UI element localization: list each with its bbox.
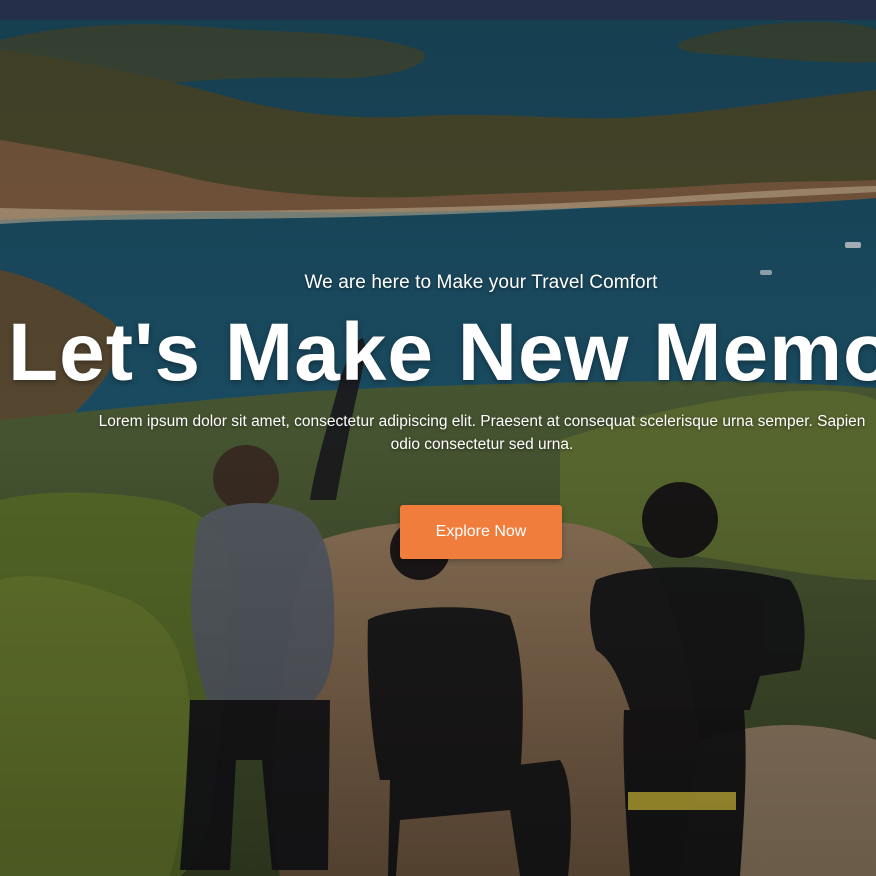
page: We are here to Make your Travel Comfort …	[0, 0, 876, 876]
top-bar	[0, 0, 876, 20]
hero-section: We are here to Make your Travel Comfort …	[0, 0, 876, 876]
hero-headline: Let's Make New Memori	[8, 307, 876, 398]
hero-description: Lorem ipsum dolor sit amet, consectetur …	[98, 413, 866, 453]
hero-kicker: We are here to Make your Travel Comfort	[304, 272, 658, 293]
explore-now-button[interactable]: Explore Now	[400, 505, 562, 559]
